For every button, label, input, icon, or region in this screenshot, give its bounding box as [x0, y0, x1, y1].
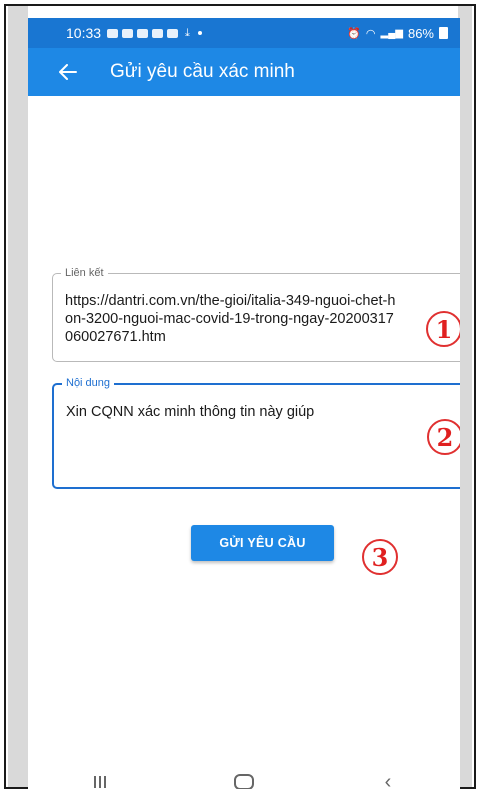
notification-icon — [107, 28, 119, 38]
phone-screen: 10:33 ⤓ ⏰ ◠ ▂▄▆ 86% Gửi yêu cầu xác minh… — [28, 18, 460, 789]
recents-icon — [94, 776, 106, 788]
notification-icon — [122, 28, 134, 38]
signal-icon: ▂▄▆ — [380, 27, 403, 39]
battery-icon — [439, 27, 448, 39]
back-button[interactable] — [48, 52, 88, 92]
link-field-value[interactable]: https://dantri.com.vn/the-gioi/italia-34… — [65, 292, 399, 346]
notification-icon — [137, 28, 149, 38]
alarm-icon: ⏰ — [347, 27, 361, 40]
screenshot-frame: 10:33 ⤓ ⏰ ◠ ▂▄▆ 86% Gửi yêu cầu xác minh… — [4, 4, 476, 789]
annotation-badge-3: 3 — [362, 539, 398, 575]
content-field-value[interactable]: Xin CQNN xác minh thông tin này giúp — [66, 403, 400, 421]
home-icon — [234, 774, 254, 789]
content-field-label: Nội dung — [62, 376, 115, 390]
recents-button[interactable] — [70, 767, 130, 789]
wifi-icon: ◠ — [365, 27, 376, 40]
more-notifications-icon — [197, 31, 202, 35]
app-bar: Gửi yêu cầu xác minh — [28, 48, 460, 96]
notification-icon — [167, 28, 179, 38]
download-icon: ⤓ — [185, 26, 190, 39]
system-nav-bar: ‹ — [28, 762, 460, 789]
notification-icons: ⤓ — [107, 27, 202, 40]
content-field[interactable]: Nội dung Xin CQNN xác minh thông tin này… — [52, 376, 460, 489]
chevron-left-icon: ‹ — [384, 770, 392, 790]
phone-bezel-left — [8, 6, 28, 787]
arrow-left-icon — [59, 64, 77, 80]
status-time: 10:33 — [66, 25, 102, 41]
phone-bezel-right — [458, 6, 472, 787]
notification-icon — [152, 28, 164, 38]
status-bar: 10:33 ⤓ ⏰ ◠ ▂▄▆ 86% — [28, 18, 460, 48]
link-field[interactable]: Liên kết https://dantri.com.vn/the-gioi/… — [52, 266, 460, 362]
submit-request-button[interactable]: GỬI YÊU CẦU — [191, 525, 334, 561]
page-title: Gửi yêu cầu xác minh — [110, 61, 295, 82]
annotation-badge-2: 2 — [427, 419, 460, 455]
annotation-badge-1: 1 — [426, 311, 460, 347]
home-button[interactable] — [214, 767, 274, 789]
link-field-label: Liên kết — [61, 266, 108, 280]
battery-percent: 86% — [407, 25, 434, 41]
system-back-button[interactable]: ‹ — [358, 767, 418, 790]
status-right-icons: ⏰ ◠ ▂▄▆ 86% — [347, 26, 448, 41]
